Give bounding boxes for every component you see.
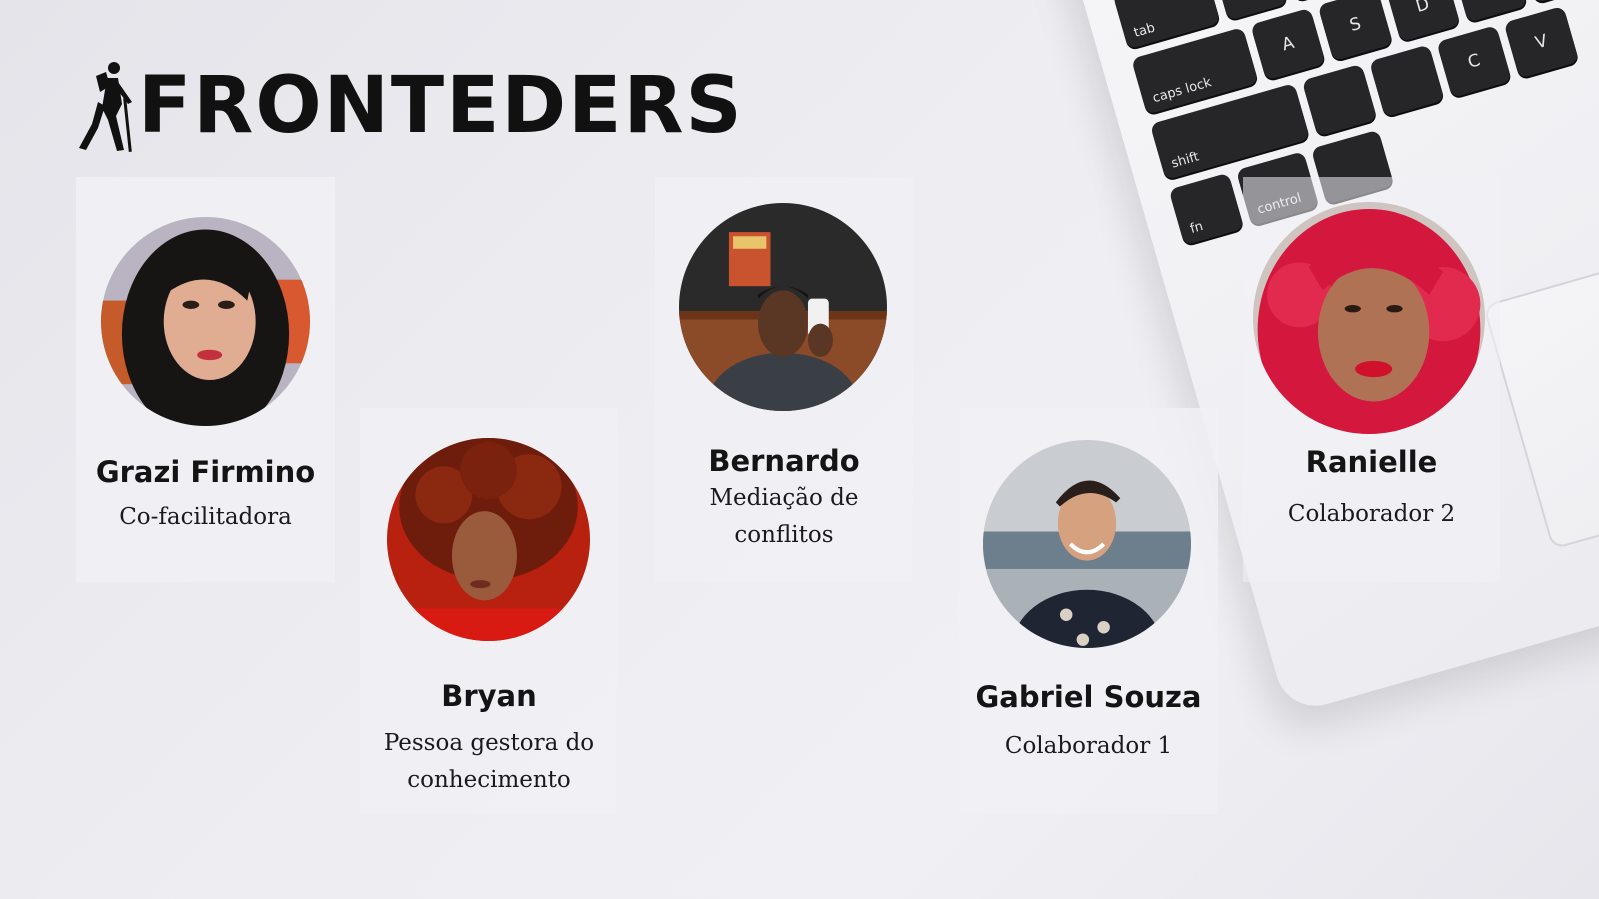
member-role: Colaborador 1 — [1004, 733, 1173, 759]
member-name: Ranielle — [1305, 445, 1438, 479]
member-card-bryan: Bryan Pessoa gestora do conhecimento — [360, 408, 618, 814]
avatar-photo — [679, 203, 887, 411]
member-card-gabriel: Gabriel Souza Colaborador 1 — [959, 408, 1218, 814]
avatar — [387, 438, 590, 641]
key-x — [1369, 44, 1445, 118]
key-d: D — [1384, 0, 1461, 42]
avatar — [1253, 202, 1485, 434]
key-label: D — [1413, 0, 1432, 17]
key-fn: fn — [1168, 172, 1245, 246]
hiker-icon — [79, 62, 132, 152]
key-label: caps lock — [1150, 75, 1214, 107]
key-g: G — [1519, 0, 1596, 4]
member-role: Colaborador 2 — [1287, 501, 1456, 527]
avatar — [983, 440, 1191, 648]
member-role-line2: conhecimento — [407, 767, 571, 793]
member-role-line1: Pessoa gestora do — [383, 730, 595, 756]
key-label: fn — [1188, 218, 1205, 237]
member-name: Gabriel Souza — [975, 680, 1202, 714]
key-s: S — [1317, 0, 1394, 62]
avatar — [101, 217, 310, 426]
key-label: V — [1533, 31, 1550, 54]
member-card-bernardo: Bernardo Mediação de conflitos — [655, 177, 913, 582]
brand-name: FRONTEDERS — [138, 61, 744, 151]
member-card-grazi: Grazi Firmino Co-facilitadora — [76, 177, 335, 582]
member-name: Bernardo — [708, 444, 860, 478]
member-role-line2: conflitos — [734, 522, 834, 548]
member-role: Co-facilitadora — [119, 504, 292, 530]
member-name: Grazi Firmino — [95, 455, 316, 489]
key-c: C — [1436, 25, 1512, 98]
member-role-line1: Mediação de — [709, 485, 859, 511]
member-name: Bryan — [441, 679, 537, 713]
avatar — [679, 203, 887, 411]
key-label: tab — [1132, 20, 1157, 41]
member-card-ranielle: Ranielle Colaborador 2 — [1243, 177, 1500, 582]
key-label: S — [1347, 13, 1364, 36]
avatar-photo — [983, 440, 1191, 648]
key-z — [1301, 63, 1378, 137]
key-label: shift — [1169, 149, 1201, 172]
logo: FRONTEDERS — [74, 58, 744, 154]
avatar-photo — [1253, 202, 1485, 434]
key-a: A — [1250, 7, 1326, 81]
avatar-photo — [101, 217, 310, 426]
key-label: A — [1279, 32, 1297, 56]
key-v: V — [1503, 5, 1580, 79]
key-label: C — [1465, 50, 1483, 73]
avatar-photo — [387, 438, 590, 641]
